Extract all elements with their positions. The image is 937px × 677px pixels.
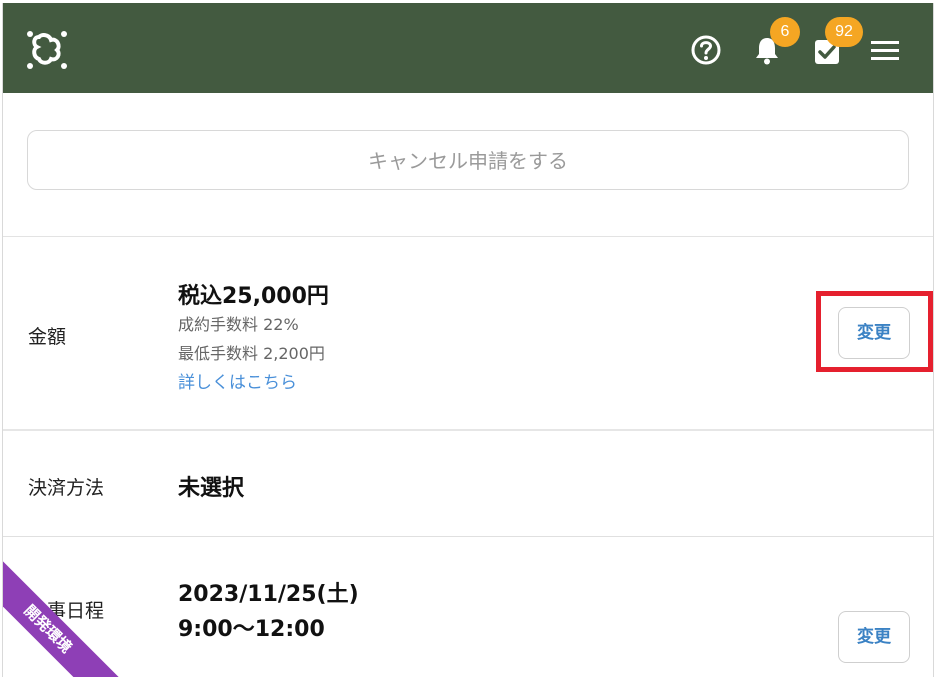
schedule-time: 9:00〜12:00 bbox=[178, 617, 325, 642]
task-count-badge: 92 bbox=[825, 17, 863, 47]
fee-details-link[interactable]: 詳しくはこちら bbox=[178, 368, 297, 393]
cancel-section: キャンセル申請をする bbox=[3, 93, 933, 237]
notification-count-badge: 6 bbox=[770, 17, 800, 47]
amount-change-button[interactable]: 変更 bbox=[838, 307, 910, 359]
schedule-change-button[interactable]: 変更 bbox=[838, 611, 910, 663]
min-fee-text: 最低手数料 2,200円 bbox=[178, 344, 325, 363]
amount-label: 金額 bbox=[28, 326, 67, 348]
top-header: 6 92 bbox=[3, 3, 933, 93]
help-circle-icon[interactable] bbox=[689, 33, 723, 67]
hamburger-menu-icon[interactable] bbox=[869, 35, 901, 65]
payment-row: 決済方法 未選択 bbox=[3, 430, 933, 537]
fee-rate-text: 成約手数料 22% bbox=[178, 315, 299, 334]
payment-value: 未選択 bbox=[178, 476, 245, 501]
cancel-request-button[interactable]: キャンセル申請をする bbox=[27, 130, 909, 190]
amount-value: 税込25,000円 bbox=[178, 284, 329, 309]
amount-row: 金額 税込25,000円 成約手数料 22% 最低手数料 2,200円 詳しくは… bbox=[3, 236, 933, 431]
clover-logo-icon[interactable] bbox=[25, 28, 69, 72]
schedule-date: 2023/11/25(土) bbox=[178, 582, 359, 607]
payment-label: 決済方法 bbox=[28, 477, 105, 499]
app-frame: 6 92 キャンセル申請をする 金額 税込25,000円 成約手数料 22% 最… bbox=[2, 3, 934, 677]
schedule-row: 仕事日程 2023/11/25(土) 9:00〜12:00 変更 bbox=[3, 537, 933, 677]
